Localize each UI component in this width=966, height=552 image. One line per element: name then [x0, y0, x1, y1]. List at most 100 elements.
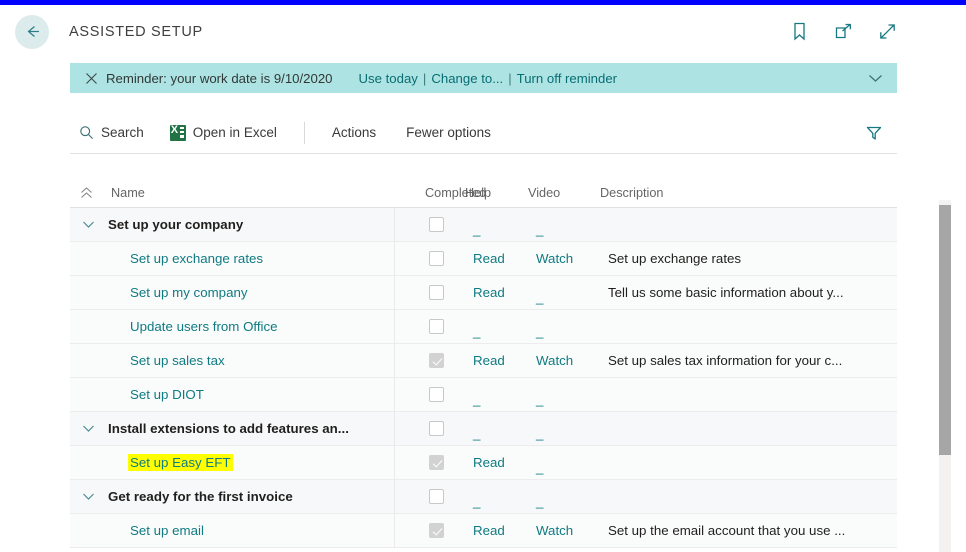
table-row[interactable]: Set up exchange rates Read Watch Set up exc…: [70, 241, 897, 276]
group-title: Set up your company: [108, 217, 244, 232]
help-placeholder[interactable]: _: [473, 392, 480, 407]
cell-name: Set up Easy EFT: [70, 445, 395, 480]
completed-checkbox[interactable]: [429, 387, 444, 402]
table-row[interactable]: Set up my company Read _ Tell us some basic…: [70, 275, 897, 310]
action-separator-1: |: [422, 70, 427, 86]
completed-checkbox-checked[interactable]: [429, 353, 444, 368]
assisted-setup-page: ASSISTED SETUP Reminder: your work date …: [0, 0, 966, 552]
cell-video: _: [528, 319, 600, 339]
group-title: Install extensions to add features an...: [108, 421, 349, 436]
completed-checkbox-checked[interactable]: [429, 455, 444, 470]
video-link[interactable]: Watch: [536, 251, 573, 266]
cell-name: Set up my company: [70, 275, 395, 310]
help-link[interactable]: Read: [473, 523, 505, 538]
chevron-down-glyph: [869, 74, 882, 82]
video-placeholder[interactable]: _: [536, 392, 543, 407]
help-placeholder[interactable]: _: [473, 494, 480, 509]
cell-name: Get ready for the first invoice: [70, 479, 395, 514]
completed-checkbox-checked[interactable]: [429, 523, 444, 538]
fewer-options-button[interactable]: Fewer options: [406, 125, 491, 140]
open-in-excel-button[interactable]: Open in Excel: [169, 124, 277, 141]
vertical-scrollbar-thumb[interactable]: [939, 205, 951, 455]
help-link[interactable]: Read: [473, 285, 505, 300]
task-name-link[interactable]: Set up exchange rates: [130, 251, 263, 266]
assisted-setup-table: Name Completed Help Video Description Se…: [70, 178, 897, 552]
filter-button[interactable]: [859, 118, 889, 148]
actions-menu-button[interactable]: Actions: [332, 125, 376, 140]
help-link[interactable]: Read: [473, 455, 505, 470]
back-button[interactable]: [15, 14, 49, 49]
video-placeholder[interactable]: _: [536, 324, 543, 339]
actions-label: Actions: [331, 125, 377, 140]
collapse-all-icon[interactable]: [77, 186, 95, 199]
search-icon: [80, 126, 93, 139]
cell-name: Set up email: [70, 513, 395, 548]
chevron-down-icon[interactable]: [868, 74, 883, 83]
use-today-link[interactable]: Use today: [359, 71, 418, 86]
group-collapse-chevron-icon[interactable]: [77, 492, 99, 501]
completed-checkbox[interactable]: [429, 421, 444, 436]
completed-checkbox[interactable]: [429, 319, 444, 334]
help-placeholder[interactable]: _: [473, 324, 480, 339]
table-row[interactable]: Set up sales tax Read Watch Set up sales ta…: [70, 343, 897, 378]
expand-icon[interactable]: [872, 17, 902, 47]
turn-off-reminder-link[interactable]: Turn off reminder: [517, 71, 617, 86]
video-placeholder[interactable]: _: [536, 426, 543, 441]
notification-text: Reminder: your work date is 9/10/2020: [106, 70, 333, 86]
help-link[interactable]: Read: [473, 251, 505, 266]
search-button[interactable]: Search: [79, 125, 144, 140]
vertical-scrollbar-track[interactable]: [939, 200, 951, 552]
help-link[interactable]: Read: [473, 353, 505, 368]
cell-help: _: [465, 489, 528, 509]
table-row[interactable]: Set up your company _ _: [70, 207, 897, 242]
chevron-down-glyph: [82, 425, 94, 432]
table-row[interactable]: Update users from Office _ _: [70, 309, 897, 344]
column-header-help: Help: [465, 185, 492, 200]
task-name-link-highlighted[interactable]: Set up Easy EFT: [128, 454, 233, 471]
bookmark-icon[interactable]: [784, 17, 814, 47]
open-in-new-window-icon[interactable]: [828, 17, 858, 47]
video-placeholder[interactable]: _: [536, 222, 543, 237]
cell-help: _: [465, 217, 528, 237]
cell-completed: [395, 251, 465, 266]
table-row[interactable]: Set up Easy EFT Read _: [70, 445, 897, 480]
cell-name: Update users from Office: [70, 309, 395, 344]
video-placeholder[interactable]: _: [536, 290, 543, 305]
cell-completed: [395, 353, 465, 368]
cell-description: Set up the email account that you use ..…: [608, 523, 846, 538]
change-to-link[interactable]: Change to...: [431, 71, 503, 86]
help-placeholder[interactable]: _: [473, 222, 480, 237]
back-arrow-icon: [27, 26, 39, 37]
bookmark-glyph: [793, 22, 805, 41]
cell-completed: [395, 319, 465, 334]
group-collapse-chevron-icon[interactable]: [77, 220, 99, 229]
task-name-link[interactable]: Set up sales tax: [130, 353, 225, 368]
video-placeholder[interactable]: _: [536, 494, 543, 509]
cell-video: Watch: [528, 523, 600, 538]
group-collapse-chevron-icon[interactable]: [77, 424, 99, 433]
table-row[interactable]: Set up DIOT _ _: [70, 377, 897, 412]
completed-checkbox[interactable]: [429, 251, 444, 266]
task-name-link[interactable]: Update users from Office: [130, 319, 278, 334]
video-placeholder[interactable]: _: [536, 460, 543, 475]
task-name-link[interactable]: Set up my company: [130, 285, 248, 300]
cell-help: _: [465, 421, 528, 441]
cell-completed: [395, 455, 465, 470]
fewer-options-label: Fewer options: [406, 125, 491, 140]
help-placeholder[interactable]: _: [473, 426, 480, 441]
completed-checkbox[interactable]: [429, 489, 444, 504]
table-row[interactable]: Get ready for the first invoice _ _: [70, 479, 897, 514]
table-row[interactable]: Install extensions to add features an...…: [70, 411, 897, 446]
video-link[interactable]: Watch: [536, 353, 573, 368]
cell-video: _: [528, 489, 600, 509]
cell-help: _: [465, 387, 528, 407]
table-row[interactable]: Set up email Read Watch Set up the email ac…: [70, 513, 897, 548]
completed-checkbox[interactable]: [429, 285, 444, 300]
completed-checkbox[interactable]: [429, 217, 444, 232]
task-name-link[interactable]: Set up DIOT: [130, 387, 204, 402]
task-name-link[interactable]: Set up email: [130, 523, 204, 538]
close-icon[interactable]: [78, 72, 104, 85]
video-link[interactable]: Watch: [536, 523, 573, 538]
cell-completed: [395, 217, 465, 232]
cell-help: _: [465, 319, 528, 339]
